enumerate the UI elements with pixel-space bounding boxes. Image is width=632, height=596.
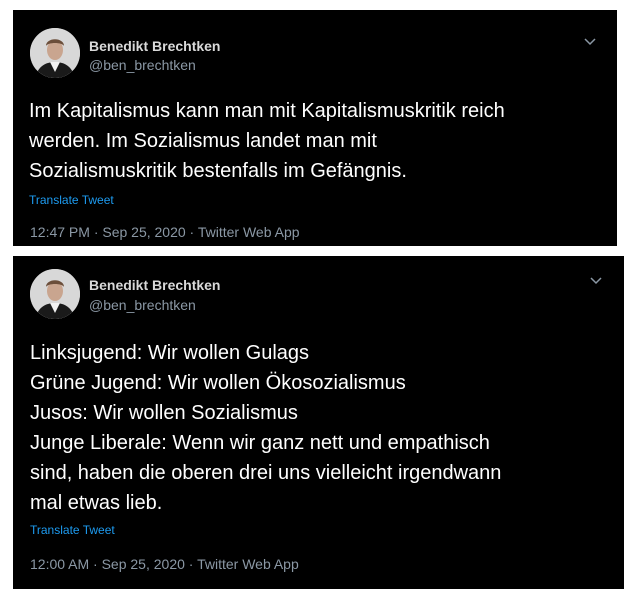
- avatar[interactable]: [30, 269, 80, 319]
- tweet-text-line: Junge Liberale: Wenn wir ganz nett und e…: [30, 432, 490, 454]
- profile-photo-icon: [30, 28, 80, 78]
- tweet-text-line: Jusos: Wir wollen Sozialismus: [30, 402, 298, 424]
- translate-tweet-link[interactable]: Translate Tweet: [30, 522, 115, 538]
- tweet-text-line: werden. Im Sozialismus landet man mit: [29, 130, 377, 152]
- tweet-card: Benedikt Brechtken @ben_brechtken Linksj…: [13, 256, 624, 589]
- avatar[interactable]: [30, 28, 80, 78]
- tweet-text-line: Im Kapitalismus kann man mit Kapitalismu…: [29, 100, 505, 122]
- tweet-card: Benedikt Brechtken @ben_brechtken Im Kap…: [13, 10, 617, 246]
- translate-tweet-link[interactable]: Translate Tweet: [29, 192, 114, 208]
- author-name[interactable]: Benedikt Brechtken: [89, 37, 220, 55]
- author-handle[interactable]: @ben_brechtken: [89, 56, 196, 74]
- chevron-down-icon[interactable]: [589, 276, 603, 286]
- tweet-text-line: sind, haben die oberen drei uns vielleic…: [30, 462, 502, 484]
- tweet-text: Im Kapitalismus kann man mit Kapitalismu…: [29, 96, 505, 186]
- tweet-text-line: mal etwas lieb.: [30, 492, 163, 514]
- tweet-text-line: Linksjugend: Wir wollen Gulags: [30, 342, 310, 364]
- tweet-timestamp[interactable]: 12:47 PM · Sep 25, 2020 · Twitter Web Ap…: [30, 223, 300, 241]
- tweet-timestamp[interactable]: 12:00 AM · Sep 25, 2020 · Twitter Web Ap…: [30, 555, 299, 573]
- author-name[interactable]: Benedikt Brechtken: [89, 276, 220, 294]
- profile-photo-icon: [30, 269, 80, 319]
- tweet-text: Linksjugend: Wir wollen Gulags Grüne Jug…: [30, 338, 501, 518]
- tweet-text-line: Sozialismuskritik bestenfalls im Gefängn…: [29, 160, 407, 182]
- author-handle[interactable]: @ben_brechtken: [89, 296, 196, 314]
- chevron-down-icon[interactable]: [583, 37, 597, 47]
- tweet-text-line: Grüne Jugend: Wir wollen Ökosozialismus: [30, 372, 406, 394]
